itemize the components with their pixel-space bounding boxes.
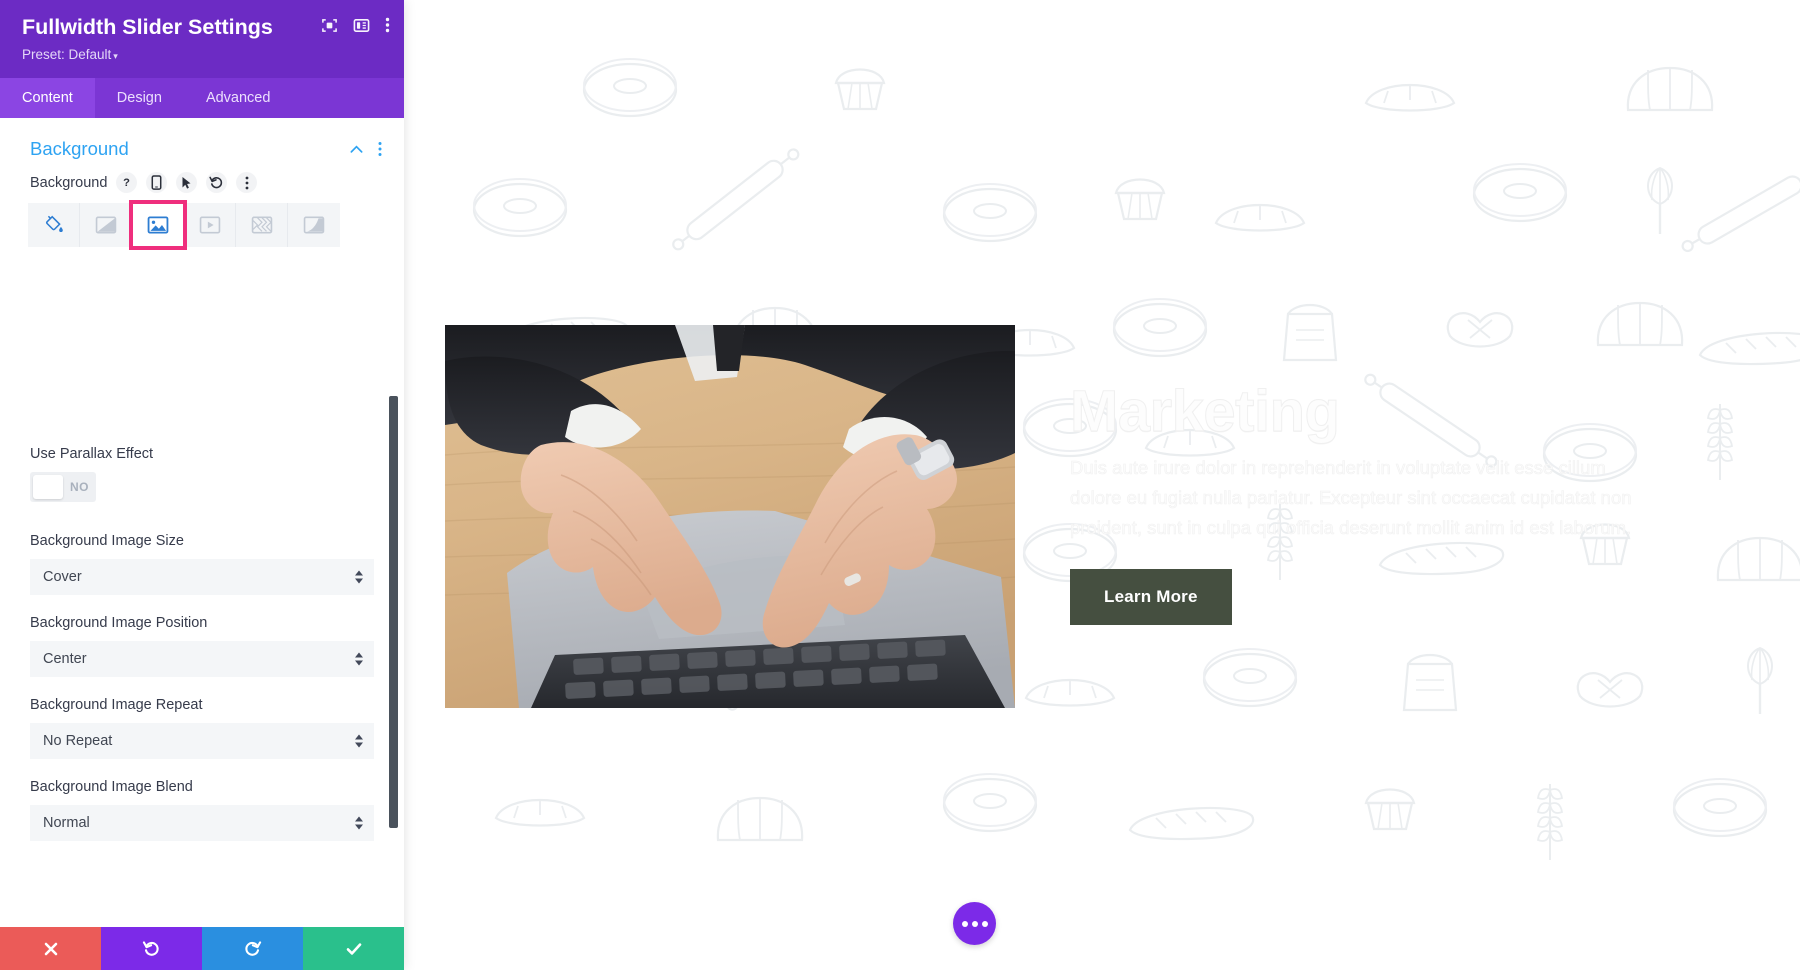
tab-advanced[interactable]: Advanced (184, 78, 293, 118)
background-type-tabs (0, 200, 404, 250)
panel-footer-actions (0, 927, 404, 970)
undo-button[interactable] (101, 927, 202, 970)
slide-heading: Marketing (1070, 379, 1341, 444)
image-icon (147, 216, 169, 234)
more-vertical-icon[interactable] (236, 172, 258, 193)
toggle-knob (33, 475, 63, 499)
background-field: Background ? (0, 172, 404, 193)
bg-position-label-row: Background Image Position (30, 615, 374, 631)
help-icon[interactable]: ? (116, 172, 138, 193)
chevron-up-icon[interactable] (349, 142, 364, 157)
more-vertical-icon[interactable] (378, 141, 382, 157)
module-settings-panel: Fullwidth Slider Settings Preset: Defaul… (0, 0, 404, 970)
bg-position-value: Center (43, 651, 87, 667)
bg-repeat-label: Background Image Repeat (30, 697, 203, 713)
background-image-repeat-field: Background Image Repeat No Repeat (0, 697, 404, 759)
hover-cursor-icon[interactable] (176, 172, 198, 193)
parallax-label-row: Use Parallax Effect (30, 446, 374, 462)
background-image-size-field: Background Image Size Cover (0, 533, 404, 595)
panel-scrollbar[interactable] (389, 118, 398, 927)
background-image-blend-select[interactable]: Normal (30, 805, 374, 841)
background-field-label-row: Background ? (30, 172, 374, 193)
cancel-button[interactable] (0, 927, 101, 970)
bg-position-label: Background Image Position (30, 615, 208, 631)
fullwidth-slider[interactable]: Marketing Duis aute irure dolor in repre… (430, 0, 1800, 970)
tab-design[interactable]: Design (95, 78, 184, 118)
chevron-down-icon: ▾ (113, 50, 118, 61)
preset-label: Preset: Default (22, 46, 112, 62)
responsive-mobile-icon[interactable] (146, 172, 168, 193)
background-pattern-tab[interactable] (236, 203, 288, 247)
background-image-blend-field: Background Image Blend Normal (0, 779, 404, 841)
layout-panel-icon[interactable] (353, 17, 370, 34)
background-image-position-select[interactable]: Center (30, 641, 374, 677)
background-image-tab[interactable] (129, 200, 187, 250)
bg-size-label: Background Image Size (30, 533, 184, 549)
bg-repeat-value: No Repeat (43, 733, 113, 749)
stepper-arrows-icon (355, 570, 363, 584)
parallax-field: Use Parallax Effect NO (0, 446, 404, 502)
paint-bucket-icon (43, 214, 65, 236)
close-icon (42, 940, 60, 958)
undo-icon (142, 939, 161, 958)
reset-icon[interactable] (206, 172, 228, 193)
svg-text:?: ? (123, 177, 130, 189)
background-video-tab[interactable] (184, 203, 236, 247)
page-settings-fab[interactable] (953, 902, 996, 945)
panel-body: Background Background ? Use Parallax Eff… (0, 118, 404, 927)
parallax-toggle-value: NO (70, 480, 89, 494)
bg-blend-label: Background Image Blend (30, 779, 193, 795)
bg-repeat-label-row: Background Image Repeat (30, 697, 374, 713)
focus-target-icon[interactable] (321, 17, 338, 34)
panel-header-actions (321, 16, 390, 34)
bg-blend-label-row: Background Image Blend (30, 779, 374, 795)
background-mask-tab[interactable] (288, 203, 340, 247)
background-image-repeat-select[interactable]: No Repeat (30, 723, 374, 759)
gradient-icon (95, 216, 117, 234)
pattern-icon (251, 216, 273, 234)
redo-button[interactable] (202, 927, 303, 970)
section-title[interactable]: Background (30, 138, 335, 160)
panel-tabs: Content Design Advanced (0, 78, 404, 118)
app-root: Marketing Duis aute irure dolor in repre… (0, 0, 1800, 970)
video-icon (199, 216, 221, 234)
bg-blend-value: Normal (43, 815, 90, 831)
parallax-toggle[interactable]: NO (30, 472, 96, 502)
tab-content[interactable]: Content (0, 78, 95, 118)
ellipsis-dot (981, 920, 988, 927)
background-image-upload-zone[interactable] (30, 261, 374, 446)
background-color-tab[interactable] (28, 203, 80, 247)
background-section-header: Background (0, 118, 404, 172)
background-gradient-tab[interactable] (80, 203, 132, 247)
slide-content[interactable]: Marketing Duis aute irure dolor in repre… (1070, 379, 1690, 625)
panel-header: Fullwidth Slider Settings Preset: Defaul… (0, 0, 404, 78)
scrollbar-thumb[interactable] (389, 396, 398, 828)
background-image-position-field: Background Image Position Center (0, 615, 404, 677)
learn-more-button[interactable]: Learn More (1070, 568, 1232, 625)
ellipsis-dot (961, 920, 968, 927)
slide-image (445, 325, 1015, 708)
mask-icon (303, 216, 325, 234)
parallax-label: Use Parallax Effect (30, 446, 154, 462)
save-button[interactable] (303, 927, 404, 970)
stepper-arrows-icon (355, 652, 363, 666)
ellipsis-dot (971, 920, 978, 927)
bg-size-label-row: Background Image Size (30, 533, 374, 549)
preset-selector[interactable]: Preset: Default ▾ (22, 47, 382, 62)
redo-icon (243, 939, 262, 958)
more-vertical-icon[interactable] (385, 16, 390, 34)
page-preview-canvas: Marketing Duis aute irure dolor in repre… (430, 0, 1800, 970)
slide-body-text: Duis aute irure dolor in reprehenderit i… (1070, 456, 1632, 539)
background-label: Background (30, 174, 108, 191)
stepper-arrows-icon (355, 734, 363, 748)
bg-size-value: Cover (43, 569, 82, 585)
panel-scroll-area: Background Background ? Use Parallax Eff… (0, 118, 404, 927)
check-icon (344, 939, 364, 959)
stepper-arrows-icon (355, 816, 363, 830)
background-image-size-select[interactable]: Cover (30, 559, 374, 595)
